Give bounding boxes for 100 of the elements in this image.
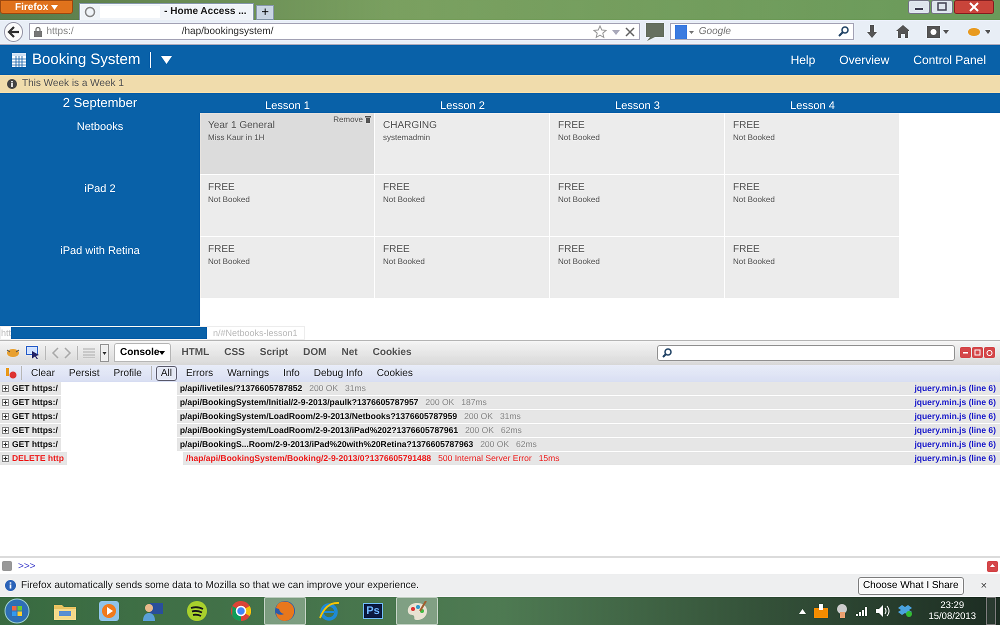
panel-tab[interactable]: Script [254,344,294,362]
expand-icon[interactable] [2,412,9,420]
resource-name: iPad with Retina [59,244,141,259]
search-field[interactable]: Google [670,23,854,40]
alert-icon[interactable] [814,604,828,618]
remove-link[interactable]: Remove [333,114,363,124]
panel-tab[interactable]: CSS [219,344,250,362]
address-field[interactable]: https:/ /hap/bookingsystem/ [29,23,640,40]
booking-slot[interactable]: FREE Not Booked [200,174,374,236]
slot-title: FREE [733,182,761,193]
filter-tab[interactable]: All [156,366,177,381]
star-icon[interactable] [593,24,608,39]
booking-slot[interactable]: FREE Not Booked [725,112,899,174]
booking-slot[interactable]: CHARGING systemadmin [375,112,549,174]
slot-title: FREE [208,244,236,255]
lesson-heading: Lesson 1 [264,100,311,113]
minimize-icon[interactable] [908,0,930,14]
close-icon[interactable] [954,0,994,14]
hand-icon[interactable] [836,604,848,618]
panel-tab[interactable]: Net [336,344,363,362]
booking-slot[interactable]: Remove Year 1 General Miss Kaur in 1H [200,112,374,174]
back-button[interactable] [4,22,24,42]
filter-tab[interactable]: Info [278,366,305,381]
box-icon[interactable] [898,605,912,618]
detach-icon[interactable] [972,347,983,358]
nav-link[interactable]: Overview [839,52,890,67]
clear-console-icon[interactable] [5,367,17,380]
expand-icon[interactable] [2,426,9,434]
show-desktop-button[interactable] [986,597,996,625]
booking-slot[interactable]: FREE Not Booked [375,236,549,298]
choose-what-i-share-button[interactable]: Choose What I Share [858,576,964,595]
source-link[interactable]: jquery.min.js (line 6) [914,383,996,394]
trash-icon[interactable] [365,116,371,123]
bug-icon[interactable] [966,26,990,38]
panel-tab[interactable]: Console [114,343,172,362]
booking-slot[interactable]: FREE Not Booked [200,236,374,298]
booking-slot[interactable]: FREE Not Booked [725,174,899,236]
signal-icon[interactable] [856,606,868,616]
nav-link[interactable]: Help [790,52,816,67]
filter-tab[interactable]: Warnings [222,366,274,381]
search-icon[interactable] [838,26,850,38]
booking-slot[interactable]: FREE Not Booked [375,174,549,236]
maximize-icon[interactable] [931,0,953,14]
power-icon[interactable] [984,347,995,358]
source-link[interactable]: jquery.min.js (line 6) [914,439,996,450]
filter-tab[interactable]: Cookies [372,366,418,381]
filter-tab[interactable]: Debug Info [308,366,368,381]
panel-tab[interactable]: HTML [176,344,214,362]
console-toggle-icon[interactable] [2,561,12,572]
new-tab-button[interactable]: + [256,4,274,20]
expand-icon[interactable] [2,398,9,406]
expand-icon[interactable] [2,454,9,462]
response-time: 187ms [461,397,487,408]
stop-icon[interactable] [625,26,636,37]
download-icon[interactable] [866,24,878,39]
home-icon[interactable] [896,25,910,38]
request-url: GET https:/ [12,397,58,408]
expand-icon[interactable] [2,384,9,392]
bug-icon[interactable] [5,346,21,359]
dropdown-icon[interactable] [100,344,109,362]
panel-tab[interactable]: DOM [298,344,332,362]
booking-slot[interactable]: FREE Not Booked [550,112,724,174]
console-action-button[interactable]: Profile [108,366,147,381]
resource-name: Netbooks [76,120,124,135]
loading-icon [84,6,96,18]
console-action-button[interactable]: Clear [26,366,60,381]
taskbar-button[interactable]: Ps [352,597,394,625]
panel-tab[interactable]: Cookies [368,344,417,362]
nav-link[interactable]: Control Panel [913,52,986,67]
booking-slot[interactable]: FREE Not Booked [725,236,899,298]
expand-editor-icon[interactable] [987,560,998,572]
booking-slot[interactable]: FREE Not Booked [550,174,724,236]
source-link[interactable]: jquery.min.js (line 6) [914,453,996,464]
response-status: 500 Internal Server Error [438,453,532,464]
volume-icon[interactable] [876,605,890,618]
booking-slot[interactable]: FREE Not Booked [550,236,724,298]
source-link[interactable]: jquery.min.js (line 6) [914,425,996,436]
filter-tab[interactable]: Errors [180,366,218,381]
inspect-icon[interactable] [26,346,40,360]
console-action-button[interactable]: Persist [64,366,104,381]
info-icon [5,580,16,592]
source-link[interactable]: jquery.min.js (line 6) [914,411,996,422]
request-url: p/api/BookingSystem/Initial/2-9-2013/paulk?1376605787957 [180,397,418,408]
bookmarks-icon[interactable] [927,26,949,38]
response-status: 200 OK [465,425,494,436]
search-engine-icon[interactable] [674,24,695,39]
browser-tab[interactable]: - Home Access ... [79,2,254,20]
caret-icon[interactable] [161,56,172,64]
speech-bubble-icon[interactable] [646,22,664,41]
close-button[interactable]: × [974,578,993,593]
clock[interactable]: 23:29 15/08/2013 [928,600,976,622]
search-field[interactable] [657,344,955,361]
start-orb-icon[interactable] [4,598,30,624]
source-link[interactable]: jquery.min.js (line 6) [914,397,996,408]
command-prompt[interactable]: >>> [18,560,36,572]
show-hidden-icon[interactable] [799,608,806,614]
expand-icon[interactable] [2,440,9,448]
slot-title: FREE [383,182,411,193]
swoosh-icon [318,600,340,622]
minimize-icon[interactable] [960,347,971,358]
